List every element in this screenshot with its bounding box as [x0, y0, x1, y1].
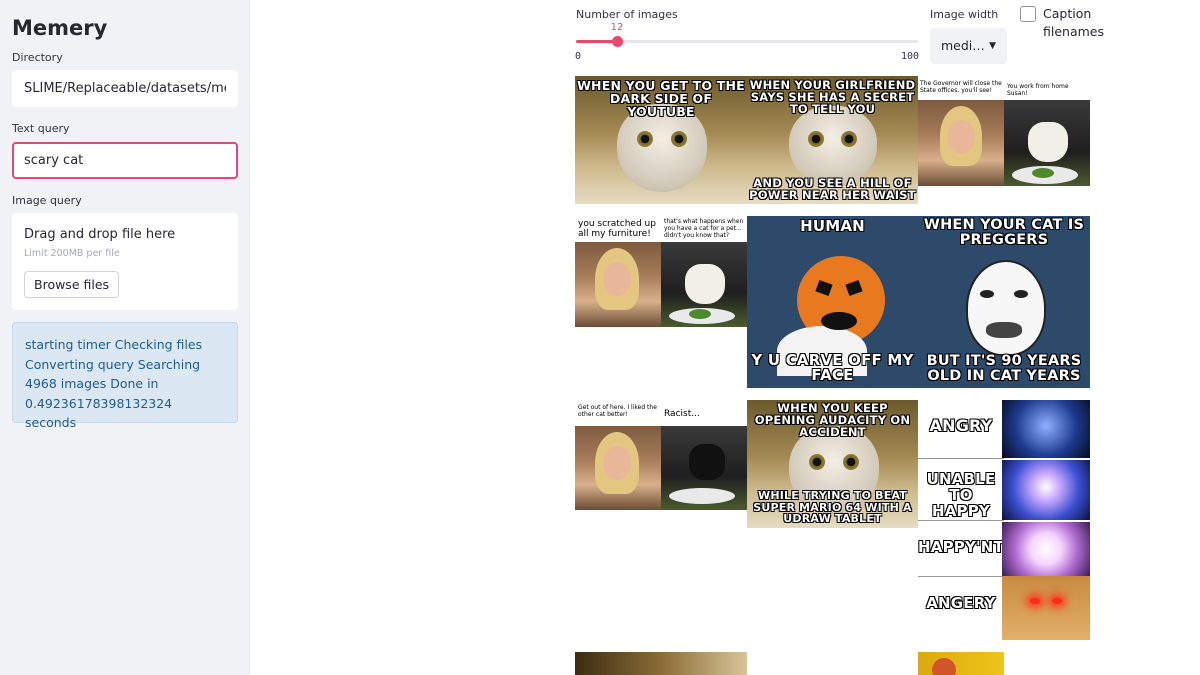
num-images-slider[interactable]: [576, 36, 918, 47]
woman-photo: [575, 242, 661, 327]
slider-min: 0: [575, 51, 582, 62]
caption-filenames-label[interactable]: Caption filenames: [1043, 5, 1104, 41]
black-cat: [689, 444, 725, 480]
browse-files-button[interactable]: Browse files: [24, 271, 120, 298]
meme-caption-right: Racist...: [664, 409, 700, 419]
meme-image[interactable]: HUMAN Y U CARVE OFF MY FACE: [747, 216, 918, 388]
meme-image[interactable]: WHEN YOUR CAT IS PREGGERS BUT IT'S 90 YE…: [918, 216, 1090, 388]
meme-caption-top: HUMAN: [800, 217, 865, 235]
meme-caption: ANGERY: [926, 594, 996, 612]
cat-eye: [671, 131, 687, 147]
meme-caption-bottom: BUT IT'S 90 YEARS OLD IN CAT YEARS: [926, 352, 1082, 384]
cat-at-table-photo: [1004, 100, 1090, 186]
face-eye: [1014, 290, 1028, 298]
num-images-label: Number of images: [576, 8, 678, 21]
brain-row-1: ANGRY: [918, 400, 1004, 459]
meme-caption-bottom: Y U CARVE OFF MY FACE: [751, 350, 914, 385]
face: [603, 262, 631, 296]
meme-caption-left: The Governor will close the State office…: [920, 80, 1002, 94]
text-query-label: Text query: [12, 122, 70, 135]
doge-image: [1002, 576, 1090, 640]
y-u-face: [966, 260, 1046, 356]
face-eye: [980, 290, 994, 298]
meme-caption: ANGRY: [929, 416, 993, 435]
cat-eye: [808, 131, 824, 147]
meme-caption: UNABLE TO HAPPY: [926, 470, 996, 520]
face: [603, 446, 631, 480]
meme-image[interactable]: you scratched up all my furniture! that'…: [575, 216, 747, 327]
meme-caption-top: WHEN YOUR GIRLFRIEND SAYS SHE HAS A SECR…: [749, 78, 916, 117]
slider-fill: [576, 40, 617, 43]
meme-image[interactable]: [918, 652, 1004, 675]
image-width-value: medi…: [941, 38, 985, 53]
meme-caption-top: WHEN YOUR CAT IS PREGGERS: [923, 217, 1085, 249]
slider-max: 100: [901, 51, 920, 62]
caption-filenames-checkbox[interactable]: [1020, 6, 1036, 22]
directory-label: Directory: [12, 51, 63, 64]
laser-eye: [1052, 598, 1062, 604]
meme-image[interactable]: Get out of here. I liked the other cat b…: [575, 400, 747, 510]
image-width-select[interactable]: medi… ▼: [930, 28, 1007, 64]
laser-eye: [1030, 598, 1040, 604]
cat-eye: [637, 131, 653, 147]
text-query-input[interactable]: [12, 142, 238, 179]
woman-photo: [575, 426, 661, 510]
brain-row-2: UNABLE TO HAPPY: [918, 460, 1004, 521]
brain-image: [1002, 522, 1090, 576]
meme-image[interactable]: WHEN YOUR GIRLFRIEND SAYS SHE HAS A SECR…: [747, 76, 918, 204]
salad: [1032, 168, 1054, 178]
plate: [669, 488, 735, 504]
meme-image[interactable]: WHEN YOU KEEP OPENING AUDACITY ON ACCIDE…: [747, 400, 918, 528]
cat-eye: [841, 131, 857, 147]
salad: [689, 309, 711, 319]
meme-caption: HAPPY'NT: [918, 538, 1004, 556]
cat-eye: [843, 454, 859, 470]
cat-eye: [809, 454, 825, 470]
woman-photo: [918, 100, 1004, 186]
brain-row-3: HAPPY'NT: [918, 522, 1004, 577]
white-cat: [1028, 122, 1068, 162]
meme-caption-right: that's what happens when you have a cat …: [664, 218, 744, 239]
cat-at-table-photo: [661, 242, 747, 327]
white-cat: [685, 264, 725, 304]
meme-caption-left: Get out of here. I liked the other cat b…: [578, 404, 657, 418]
meme-caption-bottom: AND YOU SEE A HILL OF POWER NEAR HER WAI…: [749, 175, 916, 202]
meme-image[interactable]: [575, 652, 747, 675]
slider-thumb[interactable]: [612, 36, 623, 47]
directory-input[interactable]: [12, 70, 238, 107]
file-uploader[interactable]: Drag and drop file here Limit 200MB per …: [12, 213, 238, 310]
pumpkin-mouth: [821, 312, 857, 330]
meme-caption-top: WHEN YOU KEEP OPENING AUDACITY ON ACCIDE…: [754, 401, 911, 440]
brain-row-4: ANGERY: [918, 578, 1004, 640]
meme-caption-left: you scratched up all my furniture!: [578, 219, 656, 240]
meme-caption-top: WHEN YOU GET TO THE DARK SIDE OF YOUTUBE: [577, 78, 745, 120]
meme-image[interactable]: ANGRY UNABLE TO HAPPY HAPPY'NT ANGERY: [918, 400, 1090, 640]
sidebar: Memery Directory Text query Image query …: [0, 0, 250, 675]
face: [947, 120, 975, 154]
status-message: starting timer Checking files Converting…: [12, 322, 238, 430]
black-cat-photo: [661, 426, 747, 510]
face-mouth: [986, 322, 1022, 338]
brain-image: [1002, 460, 1090, 520]
dropzone-title: Drag and drop file here: [24, 227, 176, 242]
image-query-label: Image query: [12, 194, 82, 207]
meme-caption-right: You work from home Susan!: [1007, 83, 1069, 97]
meme-image[interactable]: The Governor will close the State office…: [918, 76, 1090, 186]
image-width-label: Image width: [930, 8, 999, 21]
brain-image: [1002, 400, 1090, 458]
orange-shape: [932, 658, 956, 675]
meme-image[interactable]: WHEN YOU GET TO THE DARK SIDE OF YOUTUBE: [575, 76, 747, 204]
app-title: Memery: [12, 16, 108, 40]
chevron-down-icon: ▼: [989, 41, 996, 51]
dropzone-limit: Limit 200MB per file: [24, 248, 120, 259]
cat-face: [789, 106, 877, 186]
meme-caption-bottom: WHILE TRYING TO BEAT SUPER MARIO 64 WITH…: [753, 489, 912, 526]
slider-value: 12: [610, 22, 624, 33]
